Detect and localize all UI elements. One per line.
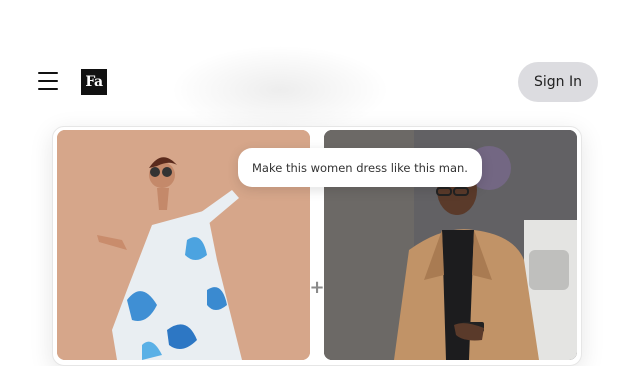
prompt-bubble: Make this women dress like this man. [238, 148, 482, 187]
hamburger-menu-icon[interactable] [38, 72, 58, 90]
menu-line [38, 72, 58, 74]
logo[interactable]: Fa [81, 69, 107, 95]
menu-line [38, 88, 58, 90]
menu-line [38, 80, 58, 82]
decorative-glow [170, 45, 390, 135]
sign-in-button[interactable]: Sign In [518, 62, 598, 102]
plus-icon: + [309, 277, 325, 298]
prompt-text: Make this women dress like this man. [252, 160, 468, 175]
